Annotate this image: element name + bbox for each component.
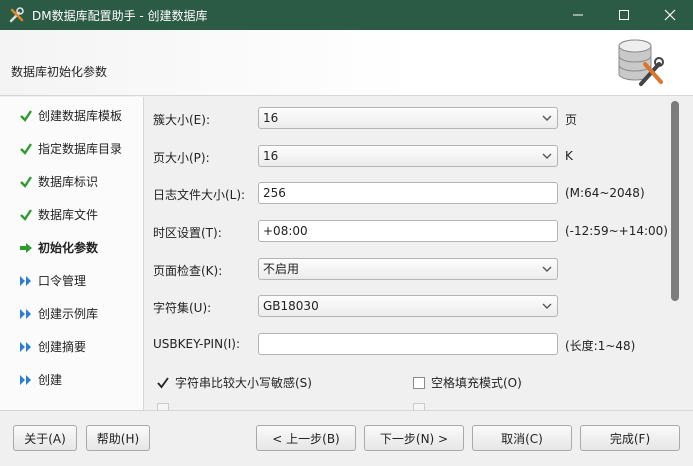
step-summary: 创建摘要 [0, 330, 144, 363]
log-size-label: 日志文件大小(L): [153, 188, 246, 202]
time-zone-label: 时区设置(T): [153, 226, 222, 240]
arrow-right-icon [18, 240, 34, 256]
checkmark-icon [157, 376, 169, 389]
database-tools-icon [618, 39, 664, 86]
step-label: 创建示例库 [38, 307, 99, 321]
step-password: 口令管理 [0, 264, 144, 297]
cancel-button[interactable]: 取消(C) [472, 425, 572, 451]
step-label: 创建 [38, 373, 63, 387]
chevron-down-icon [542, 153, 552, 159]
usbkey-pin-range: (长度:1~48) [565, 339, 636, 353]
step-label: 创建摘要 [38, 340, 87, 354]
double-chevron-icon [18, 339, 34, 355]
chevron-down-icon [542, 303, 552, 309]
scrollbar-thumb[interactable] [671, 101, 679, 301]
step-create-template: 创建数据库模板 [0, 99, 144, 132]
double-chevron-icon [18, 372, 34, 388]
wizard-steps: 创建数据库模板 指定数据库目录 数据库标识 数据库文件 初始化参数 口令管理 创… [0, 97, 144, 410]
page-check-row: 页面检查(K): 不启用 [145, 258, 668, 282]
log-size-range: (M:64~2048) [565, 186, 645, 200]
step-label: 初始化参数 [38, 241, 99, 255]
params-form: 簇大小(E): 16 页 页大小(P): 16 K 日志文件大小(L): 256… [145, 97, 668, 410]
maximize-icon [619, 10, 629, 20]
case-sensitive-label: 字符串比较大小写敏感(S) [175, 376, 312, 390]
about-button[interactable]: 关于(A) [13, 425, 77, 451]
vertical-scrollbar[interactable] [668, 97, 682, 410]
usbkey-pin-input[interactable] [258, 333, 558, 355]
charset-select[interactable]: GB18030 [258, 295, 558, 317]
time-zone-row: 时区设置(T): +08:00 (-12:59~+14:00) [145, 220, 668, 244]
cut-off-checkbox-2[interactable] [413, 403, 431, 410]
double-chevron-icon [18, 273, 34, 289]
step-label: 指定数据库目录 [38, 142, 123, 156]
title-bar: DM数据库配置助手 - 创建数据库 [0, 0, 693, 30]
page-check-value: 不启用 [263, 262, 300, 276]
next-button[interactable]: 下一步(N) > [364, 425, 464, 451]
help-button[interactable]: 帮助(H) [86, 425, 150, 451]
step-create: 创建 [0, 363, 144, 396]
step-label: 口令管理 [38, 274, 87, 288]
charset-row: 字符集(U): GB18030 [145, 295, 668, 319]
prev-button[interactable]: < 上一步(B) [256, 425, 356, 451]
charset-label: 字符集(U): [153, 301, 212, 315]
step-label: 创建数据库模板 [38, 109, 123, 123]
chevron-down-icon [542, 266, 552, 272]
finish-button[interactable]: 完成(F) [580, 425, 680, 451]
time-zone-input[interactable]: +08:00 [258, 220, 558, 242]
step-db-files: 数据库文件 [0, 198, 144, 231]
step-sample-db: 创建示例库 [0, 297, 144, 330]
log-size-input[interactable]: 256 [258, 182, 558, 204]
extent-size-label: 簇大小(E): [153, 113, 210, 127]
case-sensitive-checkbox[interactable]: 字符串比较大小写敏感(S) [157, 374, 312, 391]
close-button[interactable] [647, 0, 693, 30]
blank-pad-label: 空格填充模式(O) [431, 376, 522, 390]
check-icon [18, 108, 34, 124]
page-size-label: 页大小(P): [153, 151, 210, 165]
page-check-select[interactable]: 不启用 [258, 258, 558, 280]
check-icon [18, 174, 34, 190]
step-init-params: 初始化参数 [0, 231, 144, 264]
step-label: 数据库文件 [38, 208, 99, 222]
page-size-row: 页大小(P): 16 K [145, 145, 668, 169]
step-db-directory: 指定数据库目录 [0, 132, 144, 165]
checkbox-box [157, 403, 169, 410]
wizard-header: 数据库初始化参数 [0, 30, 693, 96]
extent-size-unit: 页 [565, 113, 578, 127]
blank-pad-checkbox[interactable]: 空格填充模式(O) [413, 374, 522, 391]
maximize-button[interactable] [601, 0, 647, 30]
checkbox-box [413, 376, 425, 389]
time-zone-range: (-12:59~+14:00) [565, 224, 668, 238]
chevron-down-icon [542, 115, 552, 121]
step-label: 数据库标识 [38, 175, 99, 189]
page-size-select[interactable]: 16 [258, 145, 558, 167]
charset-value: GB18030 [263, 299, 319, 313]
minimize-button[interactable] [555, 0, 601, 30]
usbkey-pin-row: USBKEY-PIN(I): (长度:1~48) [145, 333, 668, 357]
extent-size-value: 16 [263, 111, 279, 125]
wizard-footer: 关于(A) 帮助(H) < 上一步(B) 下一步(N) > 取消(C) 完成(F… [0, 410, 693, 466]
check-icon [18, 207, 34, 223]
page-title: 数据库初始化参数 [11, 65, 108, 79]
checkbox-box [413, 403, 425, 410]
double-chevron-icon [18, 306, 34, 322]
log-size-row: 日志文件大小(L): 256 (M:64~2048) [145, 182, 668, 206]
minimize-icon [573, 14, 583, 16]
page-size-value: 16 [263, 149, 279, 163]
extent-size-row: 簇大小(E): 16 页 [145, 107, 668, 131]
close-icon [664, 9, 676, 21]
window-title: DM数据库配置助手 - 创建数据库 [32, 8, 208, 23]
page-size-unit: K [565, 149, 573, 163]
check-icon [18, 141, 34, 157]
step-db-identifier: 数据库标识 [0, 165, 144, 198]
extent-size-select[interactable]: 16 [258, 107, 558, 129]
usbkey-pin-label: USBKEY-PIN(I): [153, 337, 241, 351]
cut-off-checkbox[interactable] [157, 403, 175, 410]
page-check-label: 页面检查(K): [153, 264, 223, 278]
app-tools-icon [8, 6, 26, 24]
